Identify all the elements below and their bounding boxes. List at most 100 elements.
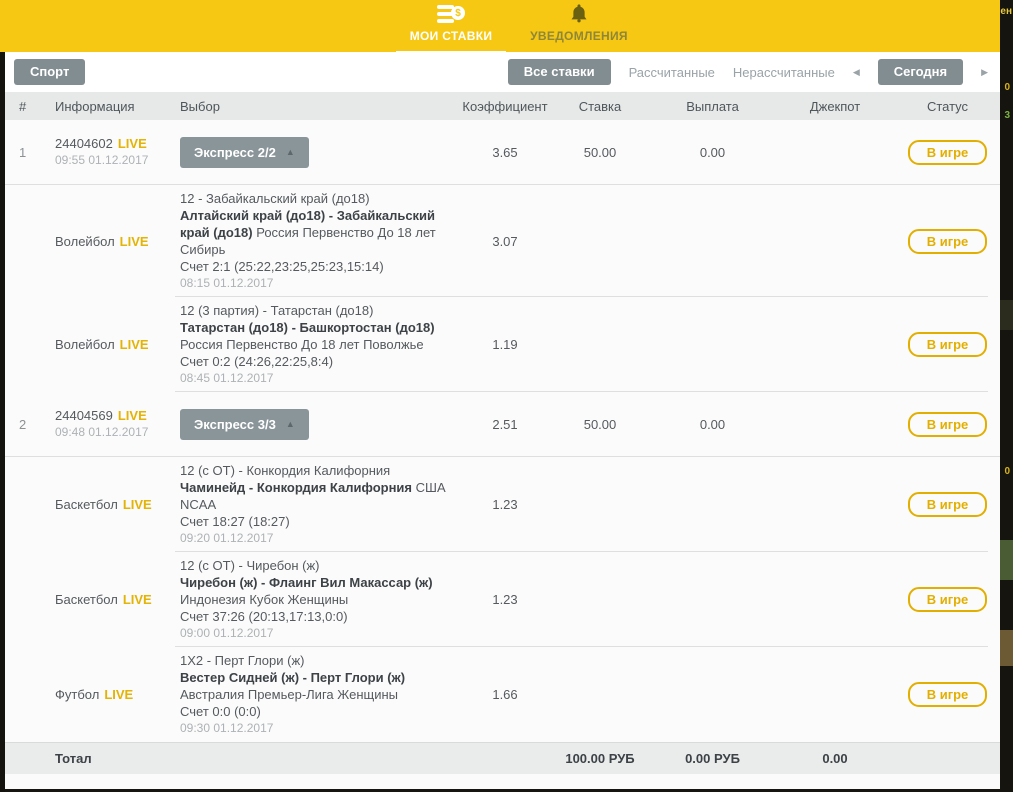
dollar-coin-icon: $ xyxy=(451,6,465,20)
match-info: Чиребон (ж) - Флаинг Вил Макассар (ж) Ин… xyxy=(180,574,450,608)
table-row: ВолейболLIVE12 (3 партия) - Татарстан (д… xyxy=(5,297,1000,392)
background-page-right: ен 0 3 0 xyxy=(1000,0,1013,792)
status-cell: В игре xyxy=(895,492,1000,517)
coefficient-value: 1.19 xyxy=(460,337,550,352)
table-row: 224404569LIVE09:48 01.12.2017Экспресс 3/… xyxy=(5,392,1000,457)
live-badge: LIVE xyxy=(104,687,133,702)
info-cell: Волейбол LIVE xyxy=(45,233,170,250)
match-league: Индонезия Кубок Женщины xyxy=(180,592,348,607)
status-badge: В игре xyxy=(908,140,988,165)
totals-row: Тотал 100.00 РУБ 0.00 РУБ 0.00 xyxy=(5,742,1000,774)
status-cell: В игре xyxy=(895,229,1000,254)
status-cell: В игре xyxy=(895,412,1000,437)
match-teams: Чиребон (ж) - Флаинг Вил Макассар (ж) xyxy=(180,575,433,590)
match-score: Счет 0:2 (24:26,22:25,8:4) xyxy=(180,353,450,370)
tab-my-bets[interactable]: $ МОИ СТАВКИ xyxy=(401,2,501,52)
table-header-row: # Информация Выбор Коэффициент Ставка Вы… xyxy=(5,92,1000,120)
jackpot-value xyxy=(775,694,895,695)
info-cell: ВолейболLIVE xyxy=(45,336,170,353)
status-badge: В игре xyxy=(908,492,988,517)
status-badge: В игре xyxy=(908,682,988,707)
live-badge: LIVE xyxy=(123,497,152,512)
pick-market: 12 (с ОТ) - Чиребон (ж) xyxy=(180,557,450,574)
match-score: Счет 2:1 (25:22,23:25,25:23,15:14) xyxy=(180,258,450,275)
pick-cell: 12 (с ОТ) - Чиребон (ж)Чиребон (ж) - Фла… xyxy=(170,557,460,642)
pick-market: 12 (с ОТ) - Конкордия Калифорния xyxy=(180,462,450,479)
bets-filter-group: Все ставки Рассчитанные Нерассчитанные ◀… xyxy=(508,59,988,85)
column-header-number: # xyxy=(5,99,45,114)
column-header-coefficient: Коэффициент xyxy=(460,99,550,114)
filter-all-bets-button[interactable]: Все ставки xyxy=(508,59,611,85)
coefficient-value: 3.65 xyxy=(460,145,550,160)
bet-number xyxy=(5,599,45,600)
sport-filter-button[interactable]: Спорт xyxy=(14,59,85,85)
info-cell: 24404602LIVE09:55 01.12.2017 xyxy=(45,135,170,169)
payout-value xyxy=(650,241,775,242)
collapse-icon: ▲ xyxy=(286,148,295,157)
match-info: Татарстан (до18) - Башкортостан (до18) Р… xyxy=(180,319,450,353)
tab-notifications[interactable]: УВЕДОМЛЕНИЯ xyxy=(529,2,629,52)
bet-number: 2 xyxy=(5,417,45,432)
stake-value: 50.00 xyxy=(550,145,650,160)
express-label: Экспресс 2/2 xyxy=(194,145,276,160)
pick-cell: 1X2 - Перт Глори (ж)Вестер Сидней (ж) - … xyxy=(170,652,460,737)
info-cell: БаскетболLIVE xyxy=(45,591,170,608)
match-datetime: 08:15 01.12.2017 xyxy=(180,275,450,292)
express-label: Экспресс 3/3 xyxy=(194,417,276,432)
coefficient-value: 1.23 xyxy=(460,592,550,607)
background-fragment: ен xyxy=(1000,6,1012,17)
table-row: Футбол LIVE 1X2 - Перт Глори (ж)Вестер Сид… xyxy=(5,647,1000,742)
column-header-payout: Выплата xyxy=(650,99,775,114)
status-badge: В игре xyxy=(908,229,988,254)
date-today-button[interactable]: Сегодня xyxy=(878,59,963,85)
stake-value: 50.00 xyxy=(550,417,650,432)
background-fragment xyxy=(1000,540,1013,580)
match-info: Алтайский край (до18) - Забайкальский кр… xyxy=(180,207,450,258)
payout-value xyxy=(650,344,775,345)
background-fragment: 3 xyxy=(1004,110,1010,121)
stake-value xyxy=(550,241,650,242)
column-header-info: Информация xyxy=(45,99,170,114)
status-cell: В игре xyxy=(895,587,1000,612)
match-datetime: 08:45 01.12.2017 xyxy=(180,370,450,387)
pick-market: 1X2 - Перт Глори (ж) xyxy=(180,652,450,669)
sport-name: Футбол xyxy=(55,687,99,702)
background-fragment xyxy=(1000,300,1013,330)
filter-unsettled-link[interactable]: Нерассчитанные xyxy=(733,65,835,80)
filter-settled-link[interactable]: Рассчитанные xyxy=(629,65,715,80)
payout-value: 0.00 xyxy=(650,145,775,160)
live-badge: LIVE xyxy=(123,592,152,607)
total-payout: 0.00 РУБ xyxy=(650,751,775,766)
background-fragment: 0 xyxy=(1004,466,1010,477)
match-league: Россия Первенство До 18 лет Поволжье xyxy=(180,337,424,352)
table-row: 124404602LIVE09:55 01.12.2017 Экспресс 2/… xyxy=(5,120,1000,185)
status-cell: В игре xyxy=(895,332,1000,357)
match-info: Чаминейд - Конкордия Калифорния США NCAA xyxy=(180,479,450,513)
jackpot-value xyxy=(775,599,895,600)
sport-name: Волейбол xyxy=(55,234,115,249)
my-bets-panel: Спорт Все ставки Рассчитанные Нерассчита… xyxy=(5,52,1000,789)
express-toggle-button[interactable]: Экспресс 3/3▲ xyxy=(180,409,309,440)
sport-name: Баскетбол xyxy=(55,497,118,512)
status-badge: В игре xyxy=(908,332,988,357)
match-score: Счет 0:0 (0:0) xyxy=(180,703,450,720)
bet-number: 1 xyxy=(5,145,45,160)
bets-table-body: 124404602LIVE09:55 01.12.2017 Экспресс 2/… xyxy=(5,120,1000,742)
prev-day-arrow[interactable]: ◀ xyxy=(853,67,860,78)
payout-value xyxy=(650,599,775,600)
match-teams: Вестер Сидней (ж) - Перт Глори (ж) xyxy=(180,670,405,685)
bet-number xyxy=(5,241,45,242)
pick-cell: 12 (с ОТ) - Конкордия КалифорнияЧаминейд… xyxy=(170,462,460,547)
live-badge: LIVE xyxy=(120,234,149,249)
payout-value: 0.00 xyxy=(650,417,775,432)
pick-cell: 12 - Забайкальский край (до18)Алтайский … xyxy=(170,190,460,292)
payout-value xyxy=(650,694,775,695)
express-toggle-button[interactable]: Экспресс 2/2 ▲ xyxy=(180,137,309,168)
pick-cell: Экспресс 3/3▲ xyxy=(170,409,460,440)
payout-value xyxy=(650,504,775,505)
bet-number xyxy=(5,504,45,505)
next-day-arrow[interactable]: ▶ xyxy=(981,67,988,78)
status-badge: В игре xyxy=(908,412,988,437)
match-teams: Татарстан (до18) - Башкортостан (до18) xyxy=(180,320,435,335)
match-teams: Чаминейд - Конкордия Калифорния xyxy=(180,480,412,495)
